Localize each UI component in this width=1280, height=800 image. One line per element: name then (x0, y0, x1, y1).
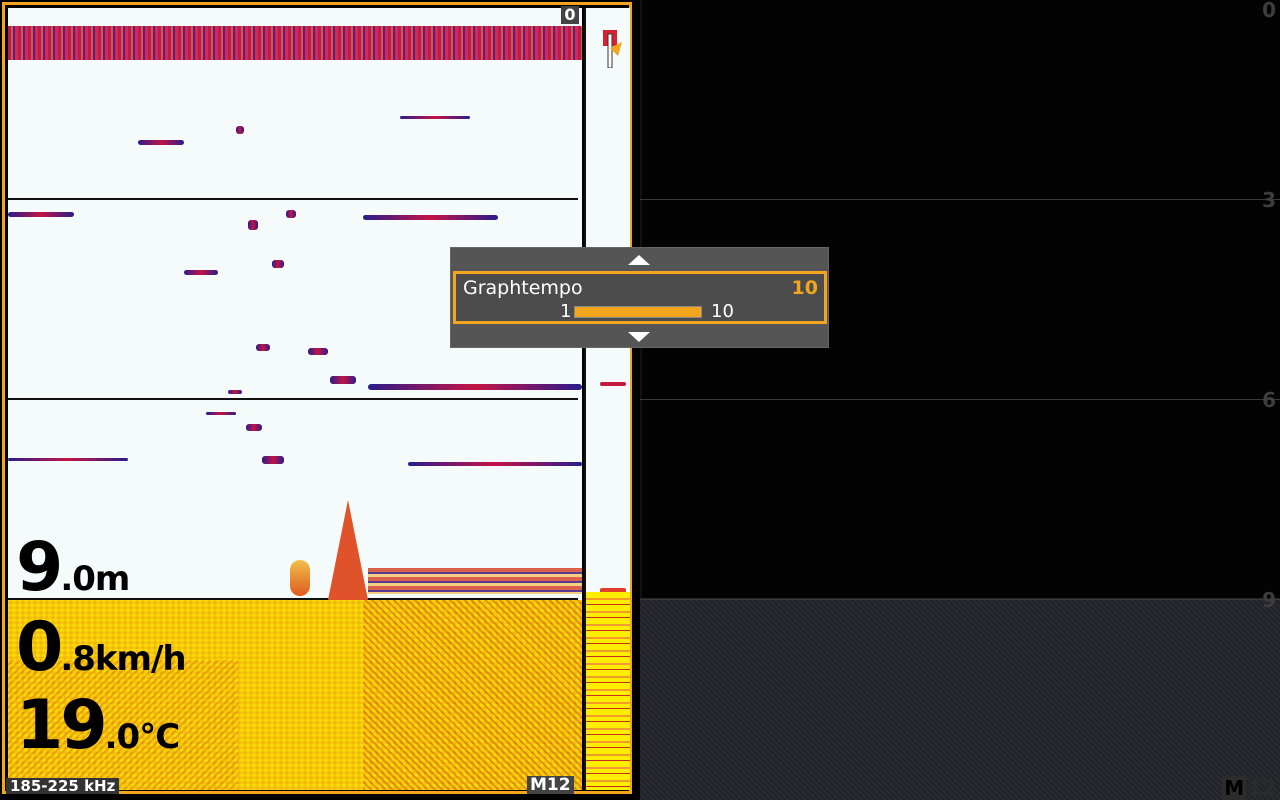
a-scope-strip (584, 8, 630, 790)
fish-arch (400, 116, 470, 119)
fish-arch (8, 212, 74, 217)
depth-grid-line (8, 198, 578, 200)
bottom-structure-echo (368, 568, 582, 594)
a-scope-echo (600, 382, 626, 386)
bottom-return-dark (640, 598, 1280, 800)
fish-arch (206, 412, 236, 415)
graphtempo-slider[interactable] (574, 306, 702, 318)
fish-arch (286, 210, 296, 218)
fish-arch (363, 215, 498, 220)
fish-arch (184, 270, 218, 275)
fish-arch (408, 462, 582, 466)
top-depth-label: 0 (561, 6, 579, 24)
depth-scale-label: 9 (1262, 588, 1276, 612)
fish-arch (246, 424, 262, 431)
slider-max-label: 10 (711, 301, 734, 322)
fish-arch (138, 140, 184, 145)
setting-value: 10 (791, 277, 818, 299)
sonar-view-right[interactable]: 0 3 6 9 M 12 (640, 0, 1280, 800)
scroll-up-icon[interactable] (628, 255, 650, 265)
depth-readout: 9.0m (16, 528, 130, 607)
depth-grid-line (640, 399, 1280, 400)
a-scope-bottom (586, 592, 630, 790)
mode-label: M12 (1222, 776, 1276, 800)
depth-scale-label: 6 (1262, 388, 1276, 412)
water-temperature-readout: 19.0°C (16, 686, 180, 765)
fish-arch (228, 390, 242, 394)
fish-arch (248, 220, 258, 230)
flag-icon (603, 30, 622, 68)
speed-readout: 0.8km/h (16, 608, 187, 687)
fish-echo (290, 560, 310, 596)
structure-echo (328, 500, 368, 600)
slider-min-label: 1 (560, 301, 572, 322)
setting-popup: Graphtempo 10 1 10 (450, 247, 829, 348)
fish-arch (262, 456, 284, 464)
sonar-view-left: 9.0m 0.8km/h 19.0°C 185-225 kHz 0 M12 (0, 0, 640, 800)
fish-arch (256, 344, 270, 351)
fish-arch (8, 458, 128, 461)
fish-arch (236, 126, 244, 134)
fish-arch (308, 348, 328, 355)
depth-scale-label: 0 (1262, 0, 1276, 22)
depth-grid-line (8, 398, 578, 400)
depth-scale-label: 3 (1262, 188, 1276, 212)
mode-label: M12 (527, 776, 574, 794)
frequency-label: 185-225 kHz (6, 778, 120, 794)
fish-arch (272, 260, 284, 268)
thermocline (368, 384, 582, 390)
setting-title: Graphtempo (463, 277, 583, 299)
depth-grid-line (640, 199, 1280, 200)
scroll-down-icon[interactable] (628, 332, 650, 342)
slider-fill (575, 307, 701, 317)
fish-arch (330, 376, 356, 384)
depth-grid-line (640, 599, 1280, 600)
graphtempo-setting[interactable]: Graphtempo 10 1 10 (453, 271, 827, 324)
surface-clutter (8, 26, 582, 60)
